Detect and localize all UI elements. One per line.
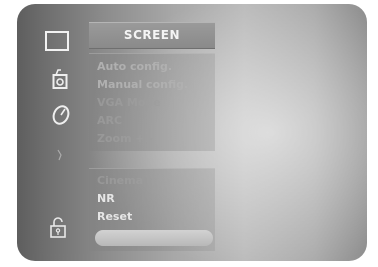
menu-item-zoom[interactable]: Zoom +/- — [97, 130, 153, 148]
tv-screen: SCREEN Auto config. Manual config. VGA M… — [0, 0, 378, 267]
special-icon[interactable] — [55, 148, 67, 162]
menu-item-arc[interactable]: ARC — [97, 112, 122, 130]
menu-item-cinema[interactable]: Cinema — [97, 172, 143, 190]
lock-icon[interactable] — [49, 216, 67, 238]
menu-group-1: Auto config. Manual config. VGA Mode ARC… — [89, 53, 215, 151]
menu-item-vga-mode[interactable]: VGA Mode — [97, 94, 161, 112]
menu-title: SCREEN — [123, 28, 181, 42]
osd-menu: SCREEN Auto config. Manual config. VGA M… — [17, 4, 367, 261]
screen-submenu: SCREEN Auto config. Manual config. VGA M… — [89, 22, 217, 251]
menu-icon-column — [17, 4, 89, 261]
menu-item-nr[interactable]: NR — [97, 190, 115, 208]
time-icon[interactable] — [50, 104, 72, 126]
menu-item-reset[interactable]: Reset — [97, 208, 132, 226]
selection-highlight — [95, 230, 213, 246]
menu-item-auto-config[interactable]: Auto config. — [97, 58, 172, 76]
menu-item-manual-config[interactable]: Manual config. — [97, 76, 188, 94]
sound-icon[interactable] — [52, 68, 68, 90]
menu-title-bar: SCREEN — [89, 22, 215, 49]
screen-icon[interactable] — [45, 31, 69, 51]
